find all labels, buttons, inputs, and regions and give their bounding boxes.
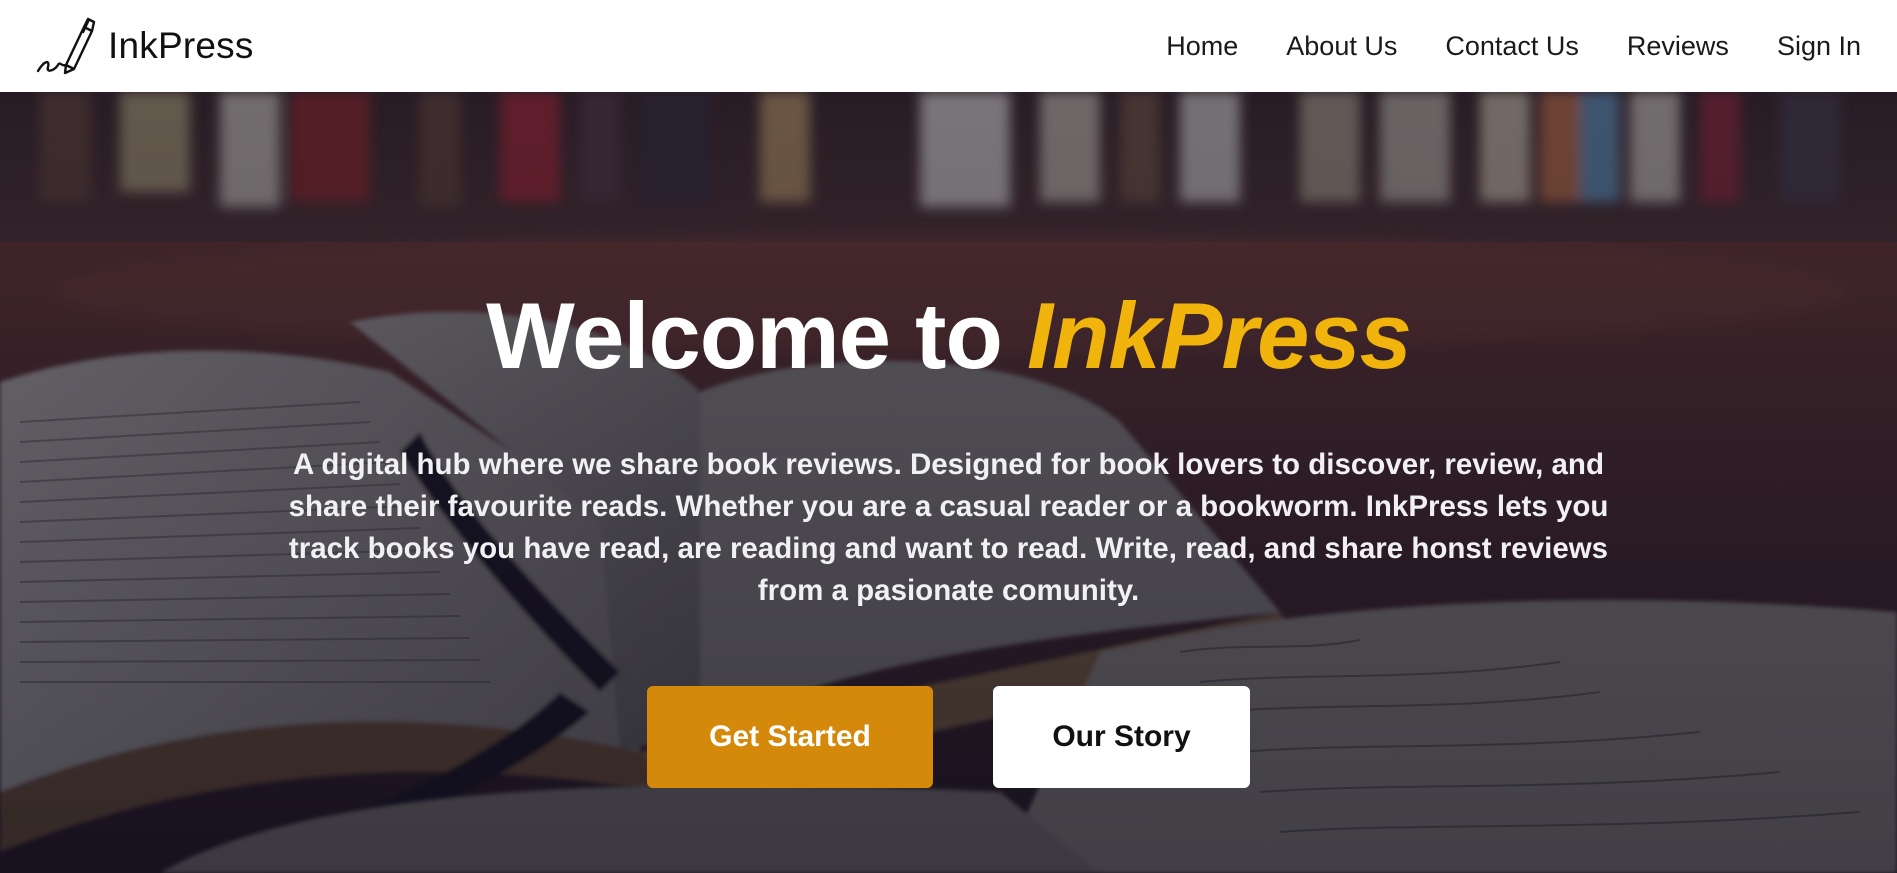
our-story-button[interactable]: Our Story (993, 685, 1250, 788)
top-navbar: InkPress Home About Us Contact Us Review… (0, 0, 1897, 92)
brand-name: InkPress (108, 25, 254, 66)
pen-signature-icon (36, 17, 96, 75)
nav-contact-us[interactable]: Contact Us (1445, 31, 1579, 62)
hero-title-prefix: Welcome to (486, 283, 1027, 388)
get-started-button[interactable]: Get Started (647, 685, 933, 788)
nav-home[interactable]: Home (1166, 31, 1238, 62)
main-nav: Home About Us Contact Us Reviews Sign In (1166, 31, 1861, 62)
nav-sign-in[interactable]: Sign In (1777, 31, 1861, 62)
hero-title-brand: InkPress (1027, 283, 1412, 388)
nav-about-us[interactable]: About Us (1286, 31, 1397, 62)
brand-home-link[interactable]: InkPress (36, 15, 254, 77)
hero-content: Welcome to InkPress A digital hub where … (0, 92, 1897, 873)
hero-section: Welcome to InkPress A digital hub where … (0, 92, 1897, 873)
hero-actions: Get Started Our Story (647, 685, 1250, 788)
nav-reviews[interactable]: Reviews (1627, 31, 1729, 62)
hero-title: Welcome to InkPress (486, 286, 1412, 386)
hero-description: A digital hub where we share book review… (288, 447, 1609, 607)
